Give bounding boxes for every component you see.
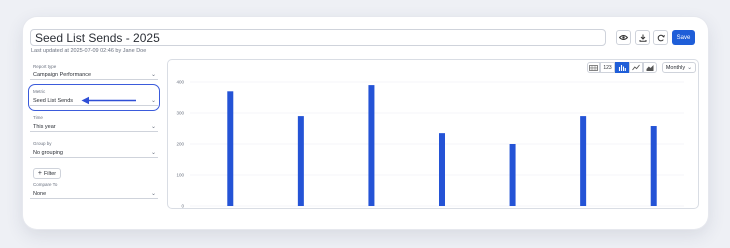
time-value: This year: [33, 124, 56, 130]
group-by-select[interactable]: No grouping ⌄: [30, 148, 158, 158]
last-updated-text: Last updated at 2025-07-09 02:46 by Jane…: [31, 48, 147, 54]
bar[interactable]: [580, 116, 587, 206]
chevron-down-icon: ⌄: [150, 98, 156, 104]
bar[interactable]: [509, 144, 516, 206]
bar[interactable]: [439, 133, 445, 206]
report-type-value: Campaign Performance: [33, 72, 92, 78]
report-type-label: Report type: [33, 64, 57, 69]
compare-to-value: None: [33, 191, 47, 197]
compare-to-label: Compare To: [33, 182, 58, 187]
group-by-value: No grouping: [33, 150, 63, 156]
chevron-down-icon: ⌄: [150, 150, 156, 156]
group-by-label: Group by: [33, 141, 52, 146]
y-tick-label: 300: [176, 111, 184, 116]
chevron-down-icon: ⌄: [150, 72, 156, 78]
bar[interactable]: [368, 85, 375, 206]
refresh-icon: [657, 34, 665, 41]
refresh-button[interactable]: [653, 30, 668, 45]
preview-button[interactable]: [616, 30, 631, 45]
report-type-select[interactable]: Campaign Performance ⌄: [30, 70, 158, 80]
add-filter-button[interactable]: + Filter: [33, 168, 61, 179]
y-tick-label: 400: [176, 80, 184, 85]
arrow-left-icon: [81, 96, 136, 105]
save-button[interactable]: Save: [672, 30, 695, 45]
filter-label: Filter: [43, 170, 57, 177]
download-icon: [639, 34, 646, 42]
report-title-input[interactable]: Seed List Sends - 2025: [30, 29, 606, 46]
chevron-down-icon: ⌄: [150, 124, 156, 130]
metric-label: Metric: [33, 89, 46, 94]
metric-value: Seed List Sends: [33, 98, 74, 104]
time-label: Time: [33, 115, 43, 120]
plus-icon: +: [37, 170, 42, 177]
download-button[interactable]: [635, 30, 650, 45]
bar[interactable]: [650, 126, 657, 206]
time-select[interactable]: This year ⌄: [30, 122, 158, 132]
compare-to-select[interactable]: None ⌄: [30, 189, 158, 199]
chart-panel: 123 Monthly ⌄ 4003002001000Jan 2025Feb 2…: [167, 59, 699, 209]
y-tick-label: 200: [176, 142, 184, 147]
y-tick-label: 100: [176, 173, 184, 178]
bar-chart: 4003002001000Jan 2025Feb 2025Mar 2025Apr…: [176, 80, 684, 209]
chevron-down-icon: ⌄: [150, 191, 156, 197]
bar[interactable]: [297, 116, 304, 206]
eye-icon: [619, 35, 628, 40]
bar[interactable]: [227, 91, 234, 206]
report-card: Seed List Sends - 2025 Last updated at 2…: [23, 17, 708, 229]
y-tick-label: 0: [181, 204, 184, 209]
